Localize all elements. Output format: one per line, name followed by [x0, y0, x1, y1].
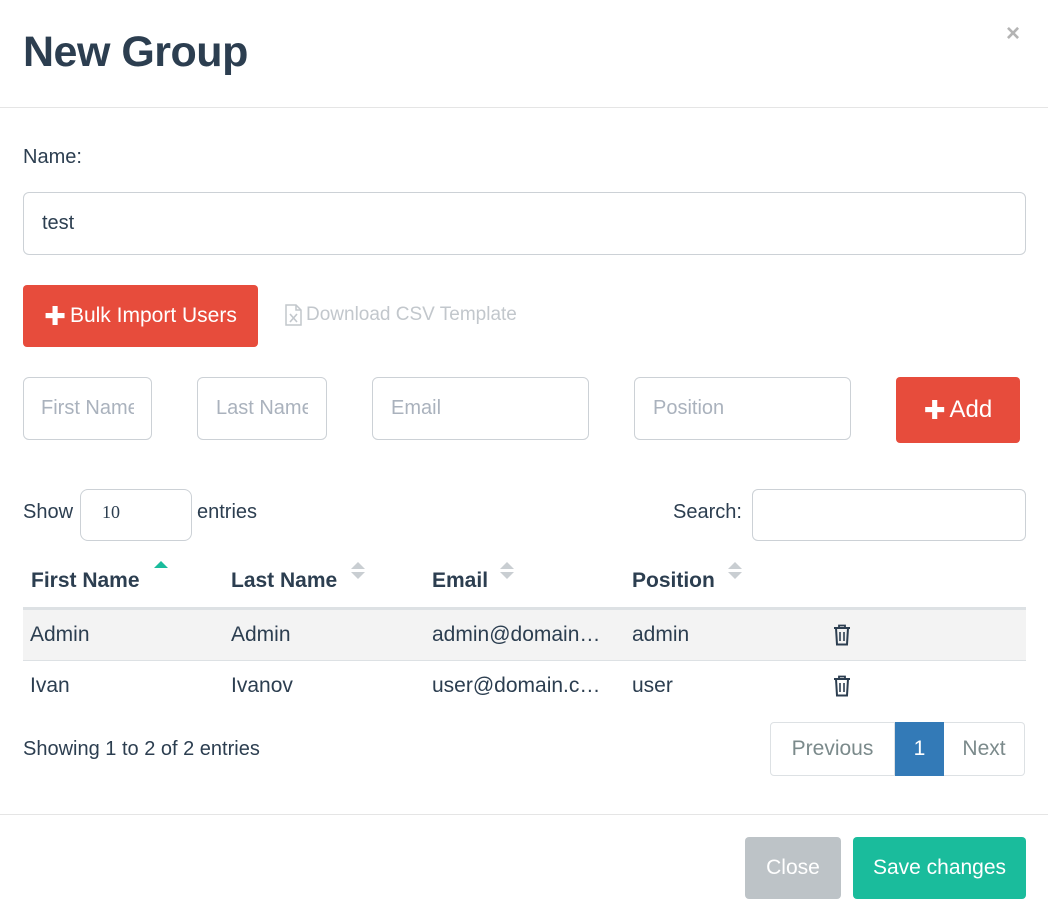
name-label: Name:: [23, 146, 82, 168]
file-excel-icon: [285, 304, 302, 326]
sort-both-icon: [500, 562, 514, 579]
save-changes-button[interactable]: Save changes: [853, 837, 1026, 899]
download-csv-template-label: Download CSV Template: [306, 304, 517, 325]
entries-label: entries: [197, 501, 258, 523]
table-search-input[interactable]: [752, 489, 1026, 541]
add-label: Add: [949, 396, 993, 423]
new-group-modal: New Group × Name: ✚ Bulk Import Users Do…: [0, 0, 1048, 918]
sort-both-icon: [728, 562, 742, 579]
trash-icon[interactable]: [833, 675, 851, 697]
close-button[interactable]: Close: [745, 837, 841, 899]
plus-icon: ✚: [923, 395, 946, 425]
email-input[interactable]: [372, 377, 589, 440]
plus-icon: ✚: [44, 301, 66, 331]
sort-both-icon: [351, 562, 365, 579]
modal-footer-divider: [0, 814, 1048, 815]
table-row: Ivan Ivanov user@domain.c… user: [23, 661, 1026, 711]
pagination-previous-button[interactable]: Previous: [770, 722, 895, 776]
cell-last-name: Ivanov: [231, 674, 293, 697]
modal-title: New Group: [23, 28, 248, 76]
add-user-button[interactable]: ✚ Add: [896, 377, 1020, 443]
pagination-info: Showing 1 to 2 of 2 entries: [23, 738, 260, 760]
pagination-page-1[interactable]: 1: [895, 722, 944, 776]
cell-position: admin: [632, 623, 690, 646]
pagination-next-button[interactable]: Next: [944, 722, 1025, 776]
show-label: Show: [23, 501, 74, 523]
sort-ascending-icon: [154, 561, 168, 568]
column-header-position[interactable]: Position: [632, 569, 715, 593]
cell-last-name: Admin: [231, 623, 291, 646]
cell-first-name: Admin: [30, 623, 90, 646]
entries-per-page-select[interactable]: 10: [80, 489, 192, 541]
position-input[interactable]: [634, 377, 851, 440]
bulk-import-users-button[interactable]: ✚ Bulk Import Users: [23, 285, 258, 347]
cell-position: user: [632, 674, 673, 697]
column-header-last-name[interactable]: Last Name: [231, 569, 337, 593]
pagination: Previous 1 Next: [770, 722, 1025, 776]
table-row: Admin Admin admin@domain… admin: [23, 610, 1026, 661]
download-csv-template-link[interactable]: Download CSV Template: [284, 304, 517, 326]
close-icon[interactable]: ×: [1006, 20, 1020, 48]
trash-icon[interactable]: [833, 624, 851, 646]
cell-first-name: Ivan: [30, 674, 70, 697]
cell-email: admin@domain…: [432, 623, 601, 646]
modal-header: New Group ×: [0, 0, 1048, 108]
first-name-input[interactable]: [23, 377, 152, 440]
column-header-email[interactable]: Email: [432, 569, 488, 593]
last-name-input[interactable]: [197, 377, 327, 440]
cell-email: user@domain.c…: [432, 674, 601, 697]
search-label: Search:: [673, 501, 742, 523]
bulk-import-label: Bulk Import Users: [69, 304, 237, 327]
column-header-first-name[interactable]: First Name: [31, 569, 140, 593]
group-name-input[interactable]: [23, 192, 1026, 255]
